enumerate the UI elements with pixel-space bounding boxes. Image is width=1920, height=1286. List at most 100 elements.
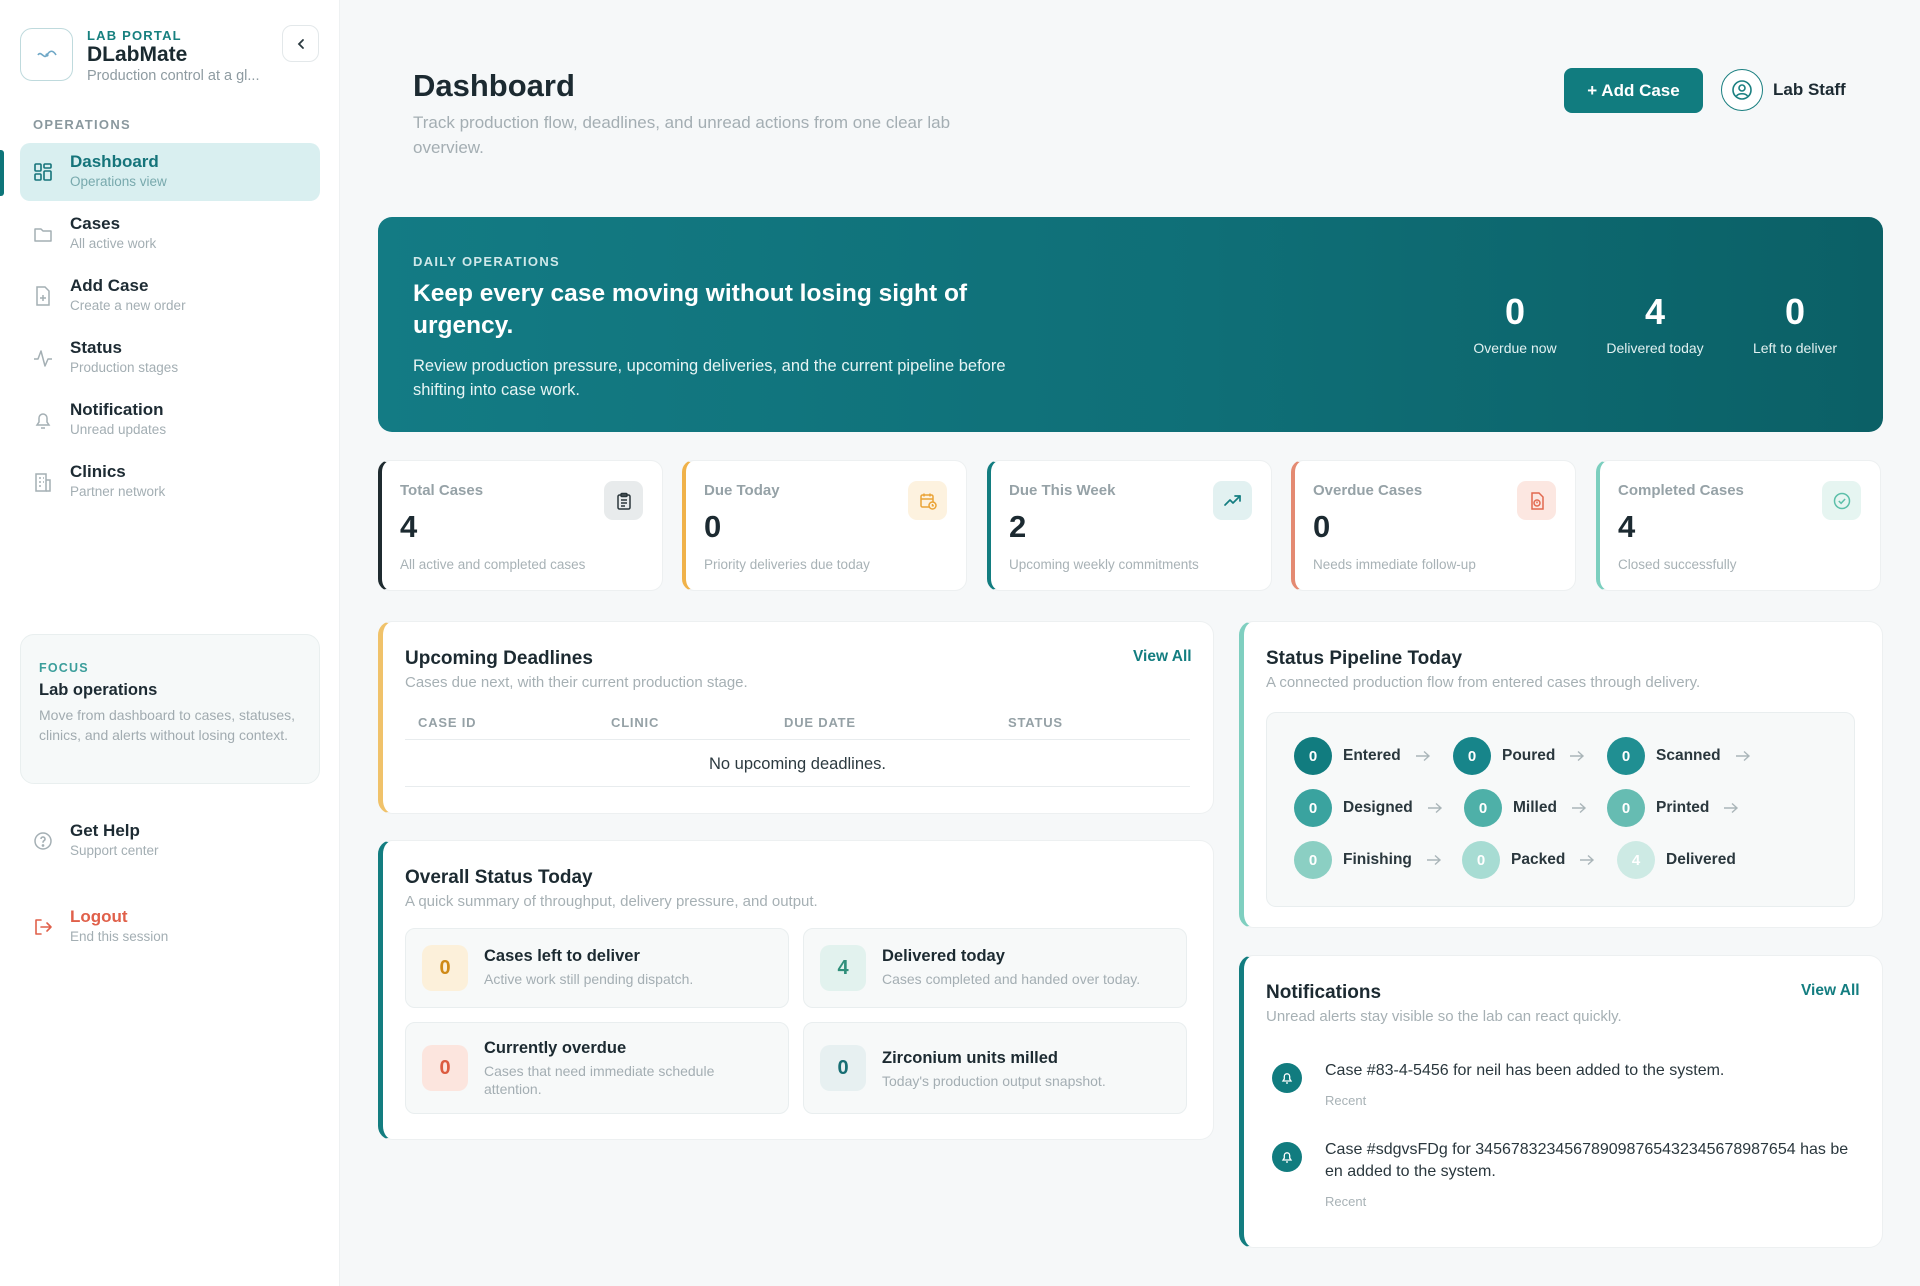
logo-icon — [20, 28, 73, 81]
sidebar-item-dashboard[interactable]: Dashboard Operations view — [20, 143, 320, 201]
arrow-right-icon — [1571, 802, 1586, 814]
stat-value: 2 — [1009, 509, 1027, 544]
user-avatar[interactable] — [1721, 69, 1763, 111]
calendar-clock-icon — [908, 481, 947, 520]
table-divider — [405, 786, 1190, 787]
pipeline-stage-milled[interactable]: 0 Milled — [1464, 789, 1587, 827]
summary-value: 0 — [422, 1045, 468, 1091]
notification-item[interactable]: Case #sdgvsFDg for 345678323456789098765… — [1272, 1141, 1872, 1222]
sidebar-item-status[interactable]: Status Production stages — [20, 329, 320, 387]
sidebar-item-subtitle: Production stages — [70, 360, 179, 375]
sidebar-item-subtitle: Support center — [70, 843, 159, 858]
sidebar: LAB PORTAL DLabMate Production control a… — [0, 0, 340, 1286]
alert-file-icon — [1517, 481, 1556, 520]
upcoming-deadlines-panel: Upcoming Deadlines Cases due next, with … — [378, 621, 1214, 814]
logout-button[interactable]: Logout End this session — [20, 898, 320, 956]
add-case-button[interactable]: + Add Case — [1564, 68, 1703, 113]
pipeline-stage-designed[interactable]: 0 Designed — [1294, 789, 1443, 827]
pipeline-stage-poured[interactable]: 0 Poured — [1453, 737, 1585, 775]
arrow-right-icon — [1580, 854, 1595, 866]
collapse-sidebar-button[interactable] — [282, 25, 319, 62]
summary-card-currently-overdue[interactable]: 0 Currently overdue Cases that need imme… — [405, 1022, 789, 1114]
pipeline-flow: 0 Entered 0 Poured 0 Scanned 0 Designed … — [1266, 712, 1855, 907]
hero-stat-value: 4 — [1644, 291, 1666, 332]
user-circle-icon — [1732, 80, 1752, 100]
pipeline-stage-delivered[interactable]: 4 Delivered — [1617, 841, 1736, 879]
stage-label: Finishing — [1343, 851, 1412, 868]
stat-note: Priority deliveries due today — [704, 557, 870, 572]
summary-card-zirconium-milled[interactable]: 0 Zirconium units milled Today's product… — [803, 1022, 1187, 1114]
summary-card-delivered-today[interactable]: 4 Delivered today Cases completed and ha… — [803, 928, 1187, 1008]
stat-card-total-cases[interactable]: Total Cases 4 All active and completed c… — [378, 460, 663, 591]
stage-count: 0 — [1464, 789, 1502, 827]
stat-card-completed-cases[interactable]: Completed Cases 4 Closed successfully — [1596, 460, 1881, 591]
pipeline-stage-finishing[interactable]: 0 Finishing — [1294, 841, 1442, 879]
hero-text: Review production pressure, upcoming del… — [413, 357, 1006, 399]
sidebar-item-title: Notification — [70, 400, 164, 419]
sidebar-item-clinics[interactable]: Clinics Partner network — [20, 453, 320, 511]
focus-kicker: FOCUS — [39, 661, 89, 675]
hero-kicker: DAILY OPERATIONS — [413, 254, 560, 269]
view-all-deadlines-link[interactable]: View All — [1133, 648, 1192, 666]
stage-label: Packed — [1511, 851, 1566, 868]
notification-item[interactable]: Case #83-4-5456 for neil has been added … — [1272, 1062, 1872, 1123]
sidebar-item-subtitle: Partner network — [70, 484, 166, 499]
summary-subtitle: Cases completed and handed over today. — [882, 971, 1141, 987]
notification-time: Recent — [1325, 1093, 1367, 1108]
stat-label: Overdue Cases — [1313, 482, 1423, 499]
user-name[interactable]: Lab Staff — [1773, 80, 1846, 100]
arrow-right-icon — [1427, 802, 1442, 814]
chevron-left-icon — [297, 38, 304, 49]
hero-stat-overdue: 0 Overdue now — [1445, 292, 1585, 357]
focus-title: Lab operations — [39, 681, 158, 699]
hero-stat-label: Delivered today — [1606, 340, 1704, 356]
sidebar-item-cases[interactable]: Cases All active work — [20, 205, 320, 263]
stat-note: Needs immediate follow-up — [1313, 557, 1476, 572]
stat-card-due-today[interactable]: Due Today 0 Priority deliveries due toda… — [682, 460, 967, 591]
stat-card-due-this-week[interactable]: Due This Week 2 Upcoming weekly commitme… — [987, 460, 1272, 591]
sidebar-item-add-case[interactable]: Add Case Create a new order — [20, 267, 320, 325]
column-header-status: STATUS — [1008, 715, 1063, 730]
hero-title: Keep every case moving without losing si… — [413, 280, 968, 339]
summary-card-left-to-deliver[interactable]: 0 Cases left to deliver Active work stil… — [405, 928, 789, 1008]
stat-card-overdue-cases[interactable]: Overdue Cases 0 Needs immediate follow-u… — [1291, 460, 1576, 591]
sidebar-item-title: Add Case — [70, 276, 149, 295]
bell-icon — [35, 413, 51, 429]
pipeline-stage-entered[interactable]: 0 Entered — [1294, 737, 1431, 775]
stage-count: 0 — [1294, 737, 1332, 775]
stage-count: 0 — [1294, 789, 1332, 827]
file-plus-icon — [36, 286, 50, 306]
pipeline-stage-printed[interactable]: 0 Printed — [1607, 789, 1739, 827]
pipeline-stage-packed[interactable]: 0 Packed — [1462, 841, 1595, 879]
sidebar-item-notification[interactable]: Notification Unread updates — [20, 391, 320, 449]
summary-title: Delivered today — [882, 947, 1005, 965]
brand-kicker: LAB PORTAL — [87, 28, 182, 43]
hero-stat-value: 0 — [1784, 291, 1806, 332]
active-indicator — [0, 150, 4, 196]
pipeline-stage-scanned[interactable]: 0 Scanned — [1607, 737, 1751, 775]
sidebar-item-title: Get Help — [70, 821, 140, 840]
notification-text: Case #83-4-5456 for neil has been added … — [1325, 1062, 1725, 1079]
panel-title: Upcoming Deadlines — [405, 648, 593, 669]
panel-title: Notifications — [1266, 982, 1382, 1003]
view-all-notifications-link[interactable]: View All — [1801, 982, 1860, 1000]
section-label-operations: OPERATIONS — [33, 117, 131, 132]
stat-label: Total Cases — [400, 482, 484, 499]
panel-title: Status Pipeline Today — [1266, 648, 1463, 669]
sidebar-item-title: Dashboard — [70, 152, 159, 171]
grid-icon — [34, 163, 52, 181]
sidebar-item-get-help[interactable]: Get Help Support center — [20, 812, 320, 870]
stat-value: 4 — [1618, 509, 1636, 544]
sidebar-item-subtitle: All active work — [70, 236, 157, 251]
stage-label: Scanned — [1656, 747, 1721, 764]
stage-count: 0 — [1607, 789, 1645, 827]
summary-value: 0 — [422, 945, 468, 991]
brand: LAB PORTAL DLabMate Production control a… — [20, 28, 320, 84]
overall-status-panel: Overall Status Today A quick summary of … — [378, 840, 1214, 1140]
arrow-right-icon — [1570, 750, 1585, 762]
trending-up-icon — [1213, 481, 1252, 520]
stat-note: All active and completed cases — [400, 557, 586, 572]
sidebar-item-title: Cases — [70, 214, 121, 233]
summary-subtitle: Cases that need immediate schedule atten… — [484, 1063, 715, 1097]
stat-label: Due This Week — [1009, 482, 1116, 499]
